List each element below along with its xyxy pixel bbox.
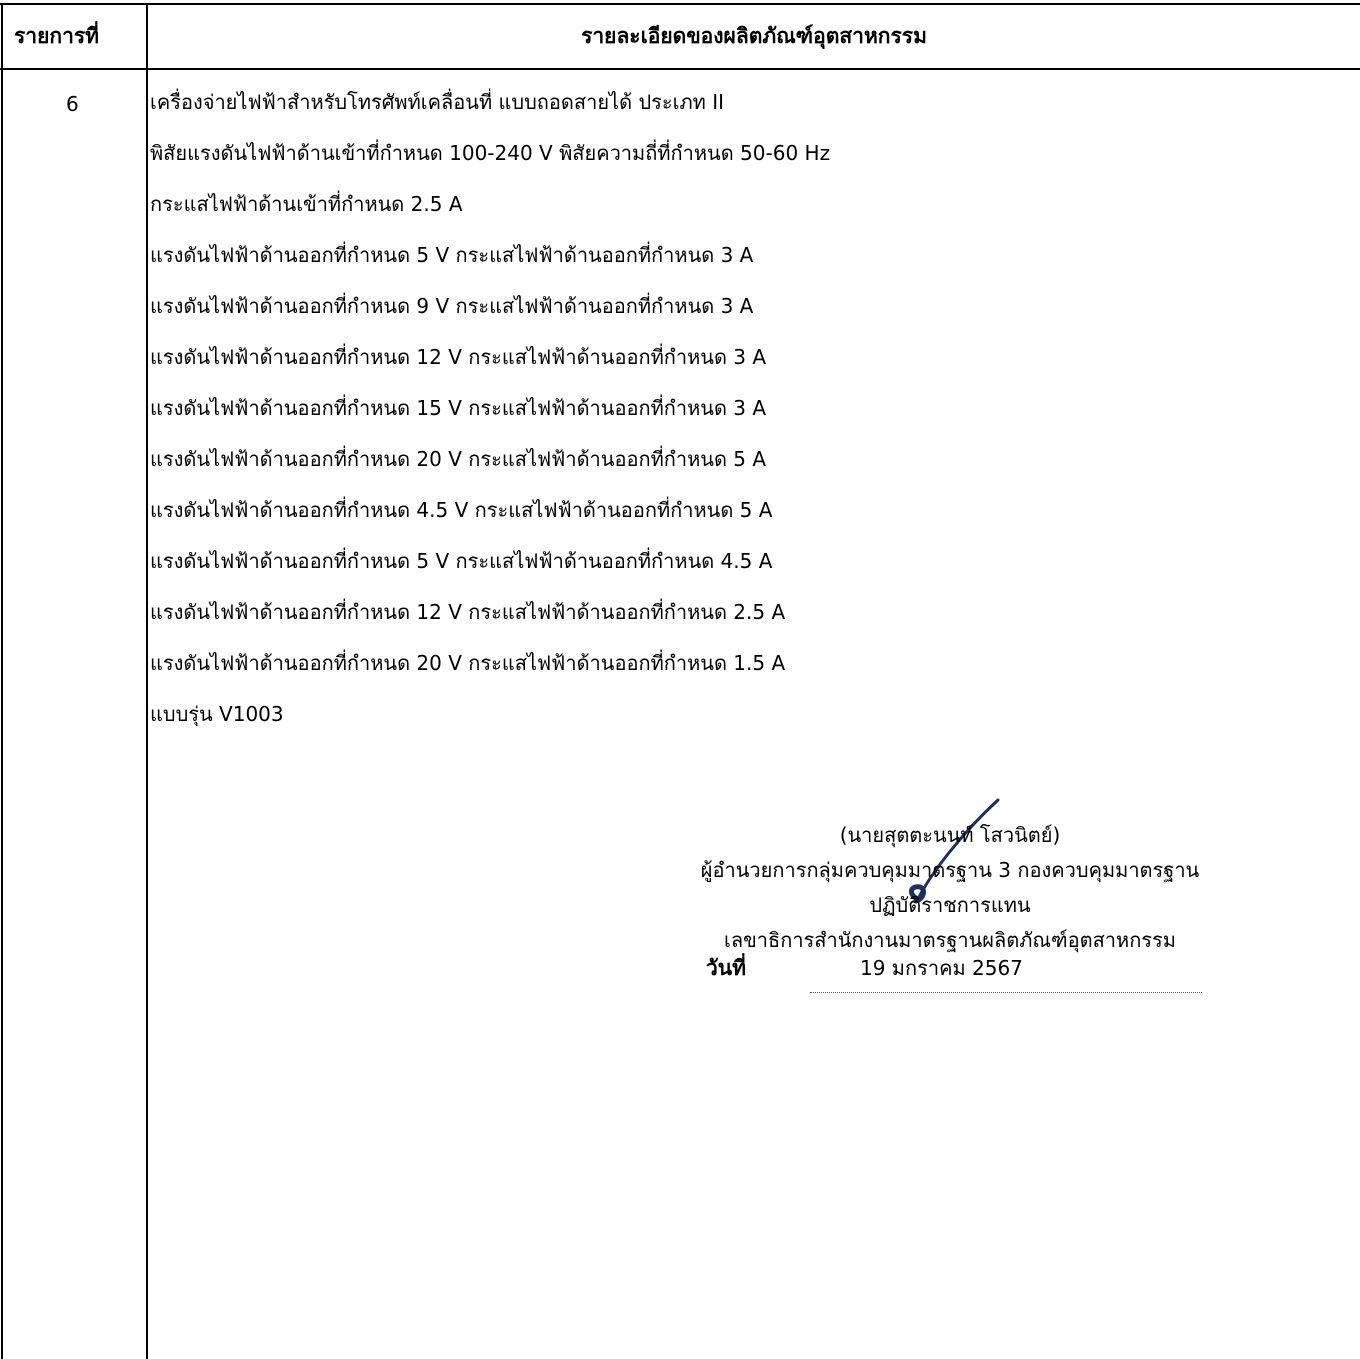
detail-line: แรงดันไฟฟ้าด้านออกที่กำหนด 12 V กระแสไฟฟ…: [150, 345, 767, 369]
detail-line: แรงดันไฟฟ้าด้านออกที่กำหนด 15 V กระแสไฟฟ…: [150, 396, 767, 420]
detail-line: แรงดันไฟฟ้าด้านออกที่กำหนด 4.5 V กระแสไฟ…: [150, 498, 773, 522]
signer-name: (นายสุตตะนนท์ โสวนิตย์): [839, 823, 1061, 847]
detail-line: พิสัยแรงดันไฟฟ้าด้านเข้าที่กำหนด 100-240…: [150, 141, 831, 165]
office-title: เลขาธิการสำนักงานมาตรฐานผลิตภัณฑ์อุตสาหก…: [724, 928, 1176, 952]
date-label: วันที่: [706, 956, 746, 980]
acting-on-behalf: ปฏิบัติราชการแทน: [869, 893, 1031, 917]
document-page: รายการที่ รายละเอียดของผลิตภัณฑ์อุตสาหกร…: [0, 0, 1360, 1359]
column-divider: [146, 3, 148, 1359]
detail-line: แรงดันไฟฟ้าด้านออกที่กำหนด 9 V กระแสไฟฟ้…: [150, 294, 754, 318]
detail-line: แบบรุ่น V1003: [150, 702, 284, 726]
row-item-no: 6: [66, 92, 79, 116]
date-dotted-line: [810, 992, 1202, 993]
detail-line: แรงดันไฟฟ้าด้านออกที่กำหนด 5 V กระแสไฟฟ้…: [150, 243, 754, 267]
detail-line: แรงดันไฟฟ้าด้านออกที่กำหนด 12 V กระแสไฟฟ…: [150, 600, 786, 624]
table-top-border: [0, 3, 1360, 5]
detail-line: เครื่องจ่ายไฟฟ้าสำหรับโทรศัพท์เคลื่อนที่…: [150, 90, 724, 114]
table-left-border: [1, 3, 3, 1359]
header-detail: รายละเอียดของผลิตภัณฑ์อุตสาหกรรม: [581, 24, 927, 48]
header-item-no: รายการที่: [14, 24, 100, 48]
date-value: 19 มกราคม 2567: [860, 956, 1023, 980]
signer-position: ผู้อำนวยการกลุ่มควบคุมมาตรฐาน 3 กองควบคุ…: [700, 858, 1200, 882]
header-bottom-border: [0, 68, 1360, 70]
detail-line: กระแสไฟฟ้าด้านเข้าที่กำหนด 2.5 A: [150, 192, 463, 216]
detail-line: แรงดันไฟฟ้าด้านออกที่กำหนด 20 V กระแสไฟฟ…: [150, 447, 767, 471]
detail-line: แรงดันไฟฟ้าด้านออกที่กำหนด 5 V กระแสไฟฟ้…: [150, 549, 773, 573]
detail-line: แรงดันไฟฟ้าด้านออกที่กำหนด 20 V กระแสไฟฟ…: [150, 651, 786, 675]
signature-icon: [909, 798, 1000, 904]
